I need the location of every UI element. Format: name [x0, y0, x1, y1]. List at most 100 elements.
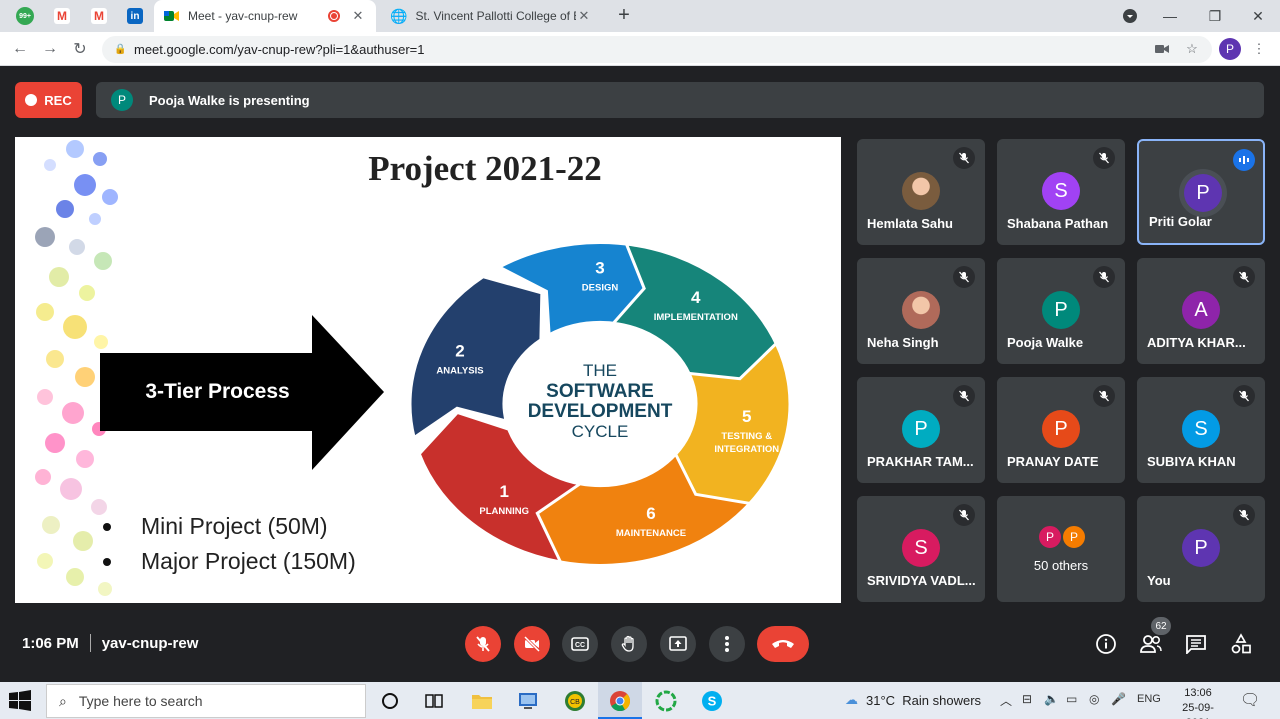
tray-language[interactable]: ENG	[1137, 693, 1161, 705]
task-view-icon[interactable]	[421, 688, 447, 714]
mic-off-icon	[1233, 504, 1255, 526]
participant-avatar	[902, 172, 940, 210]
participant-name: SRIVIDYA VADL...	[867, 573, 976, 588]
activities-button[interactable]	[1229, 632, 1253, 656]
close-icon: ✕	[1252, 7, 1264, 24]
tray-battery-icon[interactable]: ▭	[1066, 692, 1077, 706]
recording-badge[interactable]: REC	[15, 82, 82, 118]
tab-title: Meet - yav-cnup-rew	[188, 9, 298, 23]
cycle-step-number: 3	[595, 258, 604, 277]
weather-widget[interactable]: ☁ 31°C Rain showers	[845, 692, 981, 708]
participant-avatar: P	[1182, 529, 1220, 567]
camera-in-use-icon[interactable]	[1153, 40, 1171, 58]
mic-off-icon	[953, 266, 975, 288]
people-button[interactable]	[1139, 632, 1163, 656]
participant-tile[interactable]: Hemlata Sahu	[857, 139, 985, 245]
present-screen-button[interactable]	[660, 626, 696, 662]
participant-tile[interactable]: Neha Singh	[857, 258, 985, 364]
taskbar-app-icon-3[interactable]	[653, 688, 679, 714]
pinned-tab-linkedin[interactable]: in	[120, 4, 150, 28]
pinned-tab-counter[interactable]: 99+	[10, 4, 40, 28]
meeting-code: yav-cnup-rew	[101, 634, 199, 652]
others-count-label: 50 others	[1033, 558, 1089, 573]
close-window-button[interactable]: ✕	[1238, 0, 1278, 32]
cycle-center-text: DEVELOPMENT	[528, 401, 673, 422]
bullet-item: Major Project (150M)	[103, 544, 356, 579]
participant-tile[interactable]: A ADITYA KHAR...	[1137, 258, 1265, 364]
taskbar-app-icon[interactable]	[515, 688, 541, 714]
captions-button[interactable]: CC	[562, 626, 598, 662]
meeting-details-button[interactable]	[1094, 632, 1118, 656]
raise-hand-button[interactable]	[611, 626, 647, 662]
tray-location-icon[interactable]: ◎	[1089, 692, 1099, 706]
participant-name: Shabana Pathan	[1007, 216, 1109, 231]
participant-tile[interactable]: P You	[1137, 496, 1265, 602]
participant-name: Neha Singh	[867, 335, 939, 350]
camera-toggle-button[interactable]	[514, 626, 550, 662]
menu-kebab-icon[interactable]: ⋮	[1250, 40, 1268, 58]
reload-button[interactable]: ↻	[68, 37, 92, 61]
mic-off-icon	[1233, 266, 1255, 288]
minimize-icon: —	[1163, 8, 1177, 24]
cycle-step-number: 6	[646, 504, 655, 523]
restore-icon: ❐	[1208, 7, 1222, 24]
participant-tile[interactable]: P PRANAY DATE	[997, 377, 1125, 483]
bullet-item: Mini Project (50M)	[103, 509, 356, 544]
windows-start-icon[interactable]	[8, 690, 32, 712]
participant-tile[interactable]: P Priti Golar	[1137, 139, 1265, 245]
leave-call-button[interactable]	[757, 626, 809, 662]
taskbar-clock[interactable]: 13:06 25-09-2021	[1170, 686, 1226, 719]
close-tab-icon[interactable]: ✕	[350, 8, 366, 24]
participant-tile[interactable]: S SRIVIDYA VADL...	[857, 496, 985, 602]
back-button[interactable]: ←	[8, 37, 32, 61]
maximize-button[interactable]: ❐	[1195, 0, 1235, 32]
mic-off-icon	[953, 385, 975, 407]
presenting-banner: P Pooja Walke is presenting	[96, 82, 1264, 118]
pinned-tab-gmail-2[interactable]: M	[84, 4, 114, 28]
tray-network-icon[interactable]: ⊟	[1022, 692, 1032, 706]
bookmark-star-icon[interactable]: ☆	[1183, 40, 1201, 58]
browser-tab-bar: 99+ M M in Meet - yav-cnup-rew ✕ 🌐 St. V…	[0, 0, 1280, 32]
svg-text:S: S	[708, 694, 717, 709]
close-tab-icon[interactable]: ✕	[576, 8, 592, 24]
hand-icon	[621, 635, 634, 652]
tray-mic-icon[interactable]: 🎤	[1111, 692, 1126, 706]
new-tab-button[interactable]: +	[612, 4, 636, 28]
info-icon	[1096, 634, 1116, 654]
minimize-button[interactable]: —	[1150, 0, 1190, 32]
notification-icon[interactable]: 🗨	[1240, 690, 1260, 710]
taskbar-app-icon-2[interactable]: CB	[562, 688, 588, 714]
participant-tile[interactable]: P P 50 others	[997, 496, 1125, 602]
chrome-icon[interactable]	[607, 688, 633, 714]
cycle-step-label: IMPLEMENTATION	[654, 312, 738, 323]
profile-avatar[interactable]: P	[1219, 38, 1241, 60]
url-input[interactable]: 🔒 meet.google.com/yav-cnup-rew?pli=1&aut…	[102, 36, 1212, 63]
search-icon: ⌕	[59, 692, 67, 709]
tab-college[interactable]: 🌐 St. Vincent Pallotti College of Eng ✕	[380, 0, 602, 32]
forward-button[interactable]: →	[38, 37, 62, 61]
mic-toggle-button[interactable]	[465, 626, 501, 662]
arrow-right-icon: →	[42, 40, 58, 57]
participant-tile[interactable]: S Shabana Pathan	[997, 139, 1125, 245]
cortana-icon[interactable]	[377, 688, 403, 714]
tab-meet[interactable]: Meet - yav-cnup-rew ✕	[154, 0, 376, 32]
cycle-center-text: THE	[583, 361, 617, 380]
chat-button[interactable]	[1184, 632, 1208, 656]
pinned-tab-gmail-1[interactable]: M	[47, 4, 77, 28]
skype-icon[interactable]: S	[699, 688, 725, 714]
svg-text:CB: CB	[570, 699, 580, 706]
tray-chevron-up-icon[interactable]: ︿	[1000, 692, 1012, 709]
clock-time: 13:06	[1184, 687, 1212, 699]
participant-name: Hemlata Sahu	[867, 216, 953, 231]
tab-search-button[interactable]	[1110, 0, 1150, 32]
file-explorer-icon[interactable]	[469, 688, 495, 714]
rain-cloud-icon: ☁	[845, 692, 858, 707]
taskbar-search[interactable]: ⌕ Type here to search	[46, 684, 366, 718]
participant-tile[interactable]: P PRAKHAR TAM...	[857, 377, 985, 483]
tray-volume-icon[interactable]: 🔈	[1044, 692, 1059, 706]
mic-off-icon	[953, 147, 975, 169]
participant-tile[interactable]: P Pooja Walke	[997, 258, 1125, 364]
participant-tile[interactable]: S SUBIYA KHAN	[1137, 377, 1265, 483]
more-options-button[interactable]	[709, 626, 745, 662]
cycle-step-label: TESTING &	[721, 431, 772, 442]
